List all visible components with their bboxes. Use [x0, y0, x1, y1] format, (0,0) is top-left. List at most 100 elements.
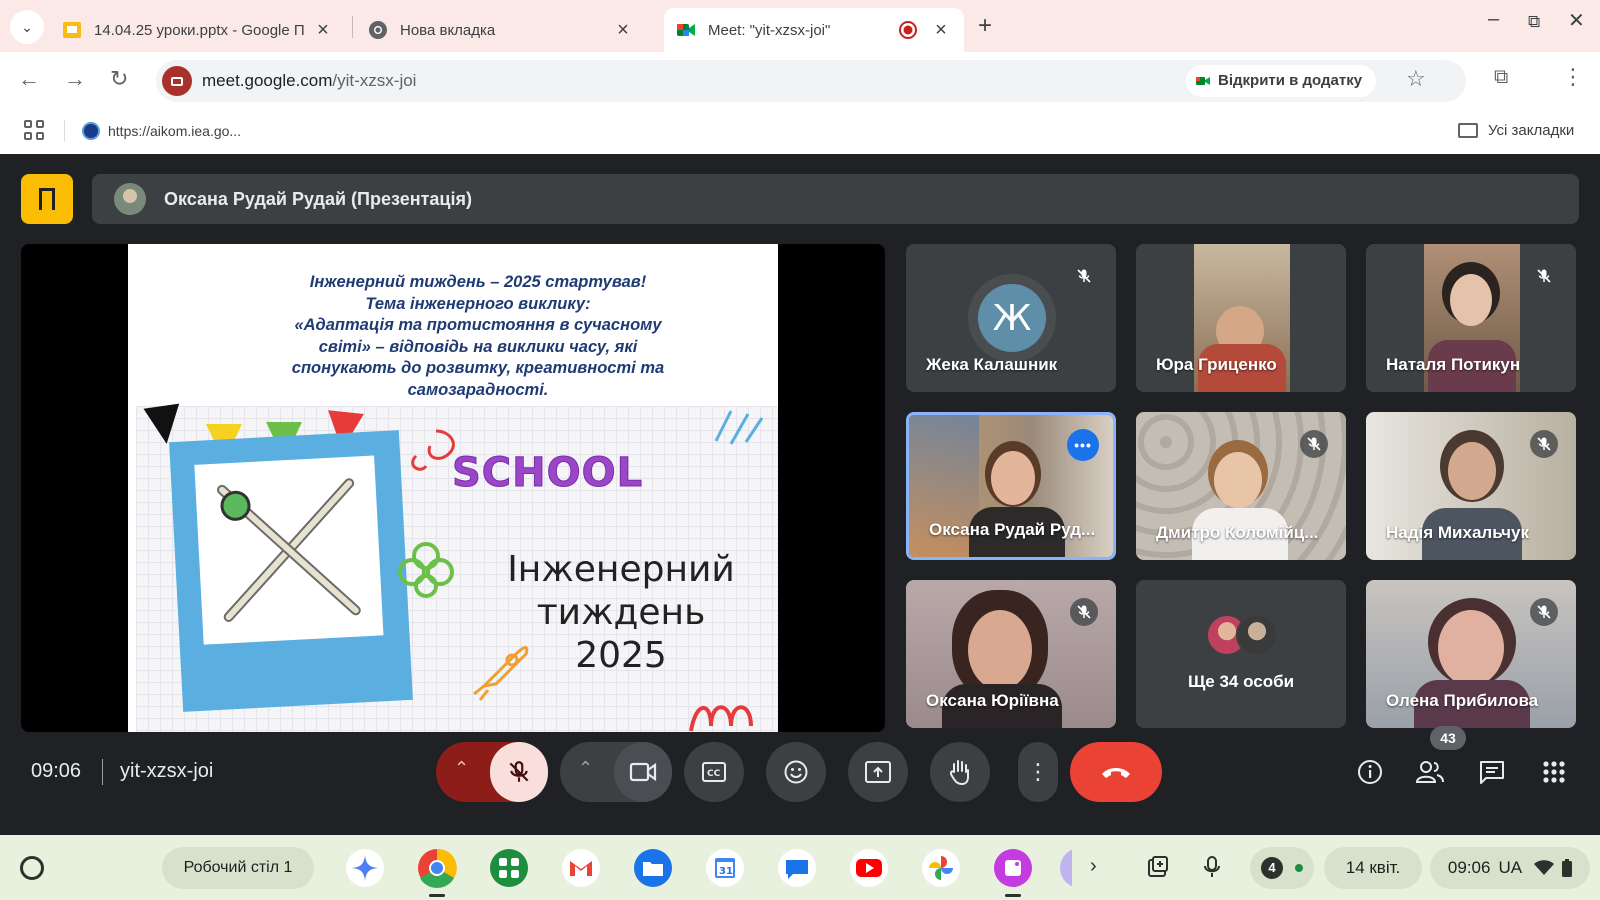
activities-button[interactable] [1534, 752, 1574, 792]
more-options-button[interactable]: ••• [1067, 429, 1099, 461]
google-classroom-icon[interactable] [489, 848, 529, 888]
divider [102, 759, 103, 785]
all-bookmarks-button[interactable]: Усі закладки [1458, 122, 1574, 139]
desk-button[interactable]: Робочий стіл 1 [162, 847, 314, 889]
more-participants-tile[interactable]: Ще 34 особи [1136, 580, 1346, 728]
reactions-button[interactable] [766, 742, 826, 802]
flower-doodle-icon [398, 542, 454, 598]
bookmark-item[interactable]: https://aikom.iea.go... [82, 122, 241, 140]
restore-icon[interactable]: ⧉ [1528, 12, 1540, 32]
chevron-down-icon: ⌄ [21, 18, 33, 35]
reload-icon[interactable]: ↻ [110, 66, 128, 92]
tab-title: Нова вкладка [400, 21, 496, 39]
hand-icon [949, 760, 969, 786]
star-icon[interactable]: ☆ [1406, 66, 1426, 92]
chevron-right-icon[interactable]: › [1090, 855, 1097, 878]
youtube-icon[interactable] [849, 848, 889, 888]
extensions-icon[interactable]: ⧉ [1494, 66, 1508, 89]
clock: 09:06 [1447, 858, 1491, 877]
chat-button[interactable] [1472, 752, 1512, 792]
chrome-icon [369, 21, 387, 39]
participant-tile[interactable]: Олена Прибилова [1366, 580, 1576, 728]
participant-tile-active-speaker[interactable]: ••• Оксана Рудай Руд... [906, 412, 1116, 560]
site-info-icon[interactable] [162, 66, 192, 96]
new-tab-button[interactable]: + [978, 12, 992, 40]
bunting-flag [143, 403, 185, 447]
tab-strip: ⌄ 14.04.25 уроки.pptx - Google П × Нова … [0, 0, 1600, 52]
captions-button[interactable]: CC [684, 742, 744, 802]
school-word: SCHOOL [451, 450, 644, 497]
gmail-icon[interactable] [561, 848, 601, 888]
address-bar[interactable]: meet.google.com/yit-xzsx-joi Відкрити в … [156, 60, 1466, 102]
microphone-icon[interactable] [1202, 855, 1222, 879]
open-in-app-button[interactable]: Відкрити в додатку [1186, 65, 1377, 97]
canva-icon[interactable] [993, 848, 1033, 888]
participant-name: Наталя Потикун [1386, 355, 1521, 374]
status-tray[interactable]: 09:06 UA [1430, 847, 1590, 889]
leave-companion-button[interactable] [21, 174, 73, 224]
forward-icon[interactable]: → [64, 66, 86, 92]
tab-meet[interactable]: Meet: "yit-xzsx-joi" × [664, 8, 964, 52]
wifi-icon [1534, 860, 1555, 875]
close-window-icon[interactable]: ✕ [1568, 8, 1585, 33]
chrome-icon[interactable] [417, 848, 457, 888]
tab-new-tab[interactable]: Нова вкладка × [356, 8, 646, 52]
site-favicon-icon [82, 122, 100, 140]
people-button[interactable] [1410, 752, 1450, 792]
apps-icon[interactable] [24, 120, 44, 140]
chat-icon [1480, 761, 1504, 784]
people-icon [1415, 761, 1444, 783]
files-icon[interactable] [633, 848, 673, 888]
meeting-code: yit-xzsx-joi [120, 760, 214, 782]
svg-text:CC: CC [707, 769, 721, 779]
more-participants-label: Ще 34 особи [1187, 672, 1295, 691]
present-screen-button[interactable] [848, 742, 908, 802]
chevron-up-icon[interactable]: ⌃ [578, 758, 593, 779]
participant-tile[interactable]: Дмитро Коломійц... [1136, 412, 1346, 560]
launcher-icon[interactable] [20, 856, 44, 880]
presentation-stage: Інженерний тиждень – 2025 стартував! Тем… [21, 244, 885, 732]
more-vert-icon[interactable]: ⋮ [1562, 64, 1584, 90]
leave-call-button[interactable] [1070, 742, 1162, 802]
close-icon[interactable]: × [312, 19, 334, 42]
status-dot-icon [1295, 864, 1303, 872]
participant-name: Оксана Юріївна [926, 691, 1059, 710]
chevron-up-icon[interactable]: ⌃ [454, 758, 469, 779]
minimize-icon[interactable]: – [1488, 8, 1499, 31]
dash-doodle-icon [714, 410, 764, 445]
participant-name: Жека Калашник [926, 355, 1058, 374]
slide-heading: Інженерний тиждень – 2025 стартував! Тем… [291, 273, 665, 399]
google-photos-icon[interactable] [921, 848, 961, 888]
tab-search-button[interactable]: ⌄ [10, 10, 44, 44]
mic-off-icon [1300, 430, 1328, 458]
participant-tile[interactable]: Надія Михальчук [1366, 412, 1576, 560]
close-icon[interactable]: × [612, 19, 634, 42]
squiggle-doodle-icon [689, 705, 753, 732]
close-icon[interactable]: × [930, 19, 952, 42]
meeting-details-button[interactable] [1350, 752, 1390, 792]
date-tray[interactable]: 14 квіт. [1324, 847, 1422, 889]
closed-captions-icon: CC [702, 762, 726, 782]
more-options-button[interactable]: ⋮ [1018, 742, 1058, 802]
notifications-tray[interactable]: 4 [1250, 847, 1314, 889]
back-icon[interactable]: ← [18, 66, 40, 92]
google-calendar-icon[interactable]: 31 [705, 848, 745, 888]
participant-tile[interactable]: Юра Гриценко [1136, 244, 1346, 392]
tab-title: 14.04.25 уроки.pptx - Google П [94, 21, 305, 39]
mic-off-icon [1070, 262, 1098, 290]
participant-tile[interactable]: Оксана Юріївна [906, 580, 1116, 728]
microphone-toggle-button[interactable] [490, 742, 548, 802]
url-text[interactable]: meet.google.com/yit-xzsx-joi [202, 71, 416, 91]
google-slides-icon [63, 22, 81, 38]
tab-slides[interactable]: 14.04.25 уроки.pptx - Google П × [50, 8, 346, 52]
camera-toggle-button[interactable] [614, 742, 672, 802]
browser-toolbar: ← → ↻ meet.google.com/yit-xzsx-joi Відкр… [0, 52, 1600, 110]
participant-tile[interactable]: Наталя Потикун [1366, 244, 1576, 392]
raise-hand-button[interactable] [930, 742, 990, 802]
messages-icon[interactable] [777, 848, 817, 888]
participant-tile[interactable]: Ж Жека Калашник [906, 244, 1116, 392]
google-meet-icon [677, 24, 695, 36]
gemini-icon[interactable] [345, 848, 385, 888]
camera-control: ⌃ [560, 742, 672, 802]
clipboard-icon[interactable] [1146, 855, 1170, 879]
